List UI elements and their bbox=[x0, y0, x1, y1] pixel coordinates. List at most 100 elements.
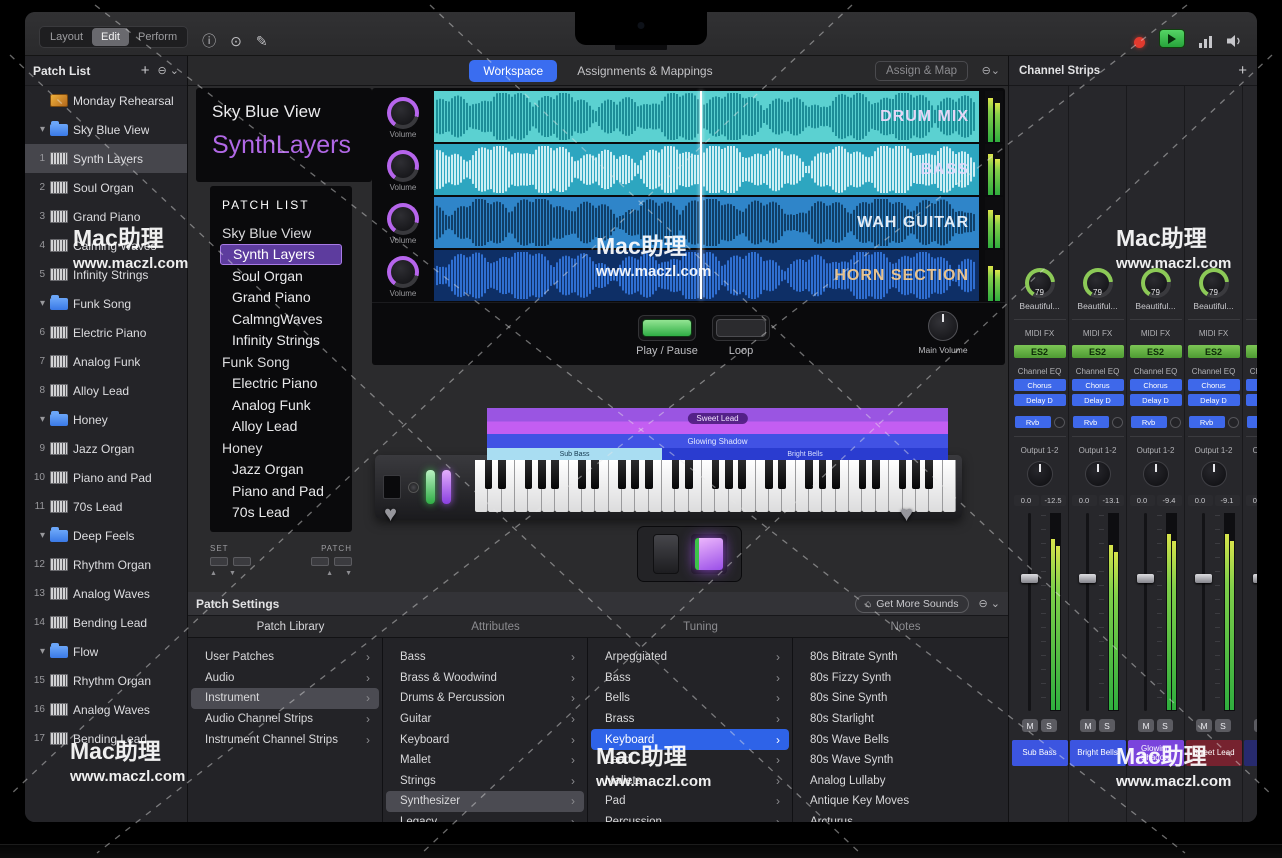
library-item[interactable]: Audio Channel Strips› bbox=[191, 709, 379, 730]
library-item[interactable]: 80s Sine Synth bbox=[796, 688, 1005, 709]
onscreen-patch-item[interactable]: Alloy Lead bbox=[220, 416, 342, 438]
fader-handle[interactable] bbox=[1137, 574, 1154, 583]
send-button[interactable]: Rvb bbox=[1015, 416, 1051, 428]
onscreen-patch-item[interactable]: Soul Organ bbox=[220, 265, 342, 287]
patch-select-button[interactable] bbox=[334, 557, 352, 566]
record-indicator[interactable] bbox=[1134, 37, 1145, 48]
insert-slot[interactable]: Chorus bbox=[1130, 379, 1182, 391]
patch-list-item[interactable]: 13Analog Waves bbox=[25, 579, 187, 608]
piano-key-black[interactable] bbox=[551, 460, 559, 489]
insert-slot[interactable]: Delay D bbox=[1130, 394, 1182, 406]
instrument-slot[interactable]: ES2 bbox=[1246, 345, 1258, 358]
library-item[interactable]: 80s Wave Bells bbox=[796, 729, 1005, 750]
volume-knob[interactable] bbox=[387, 97, 419, 129]
send-knob[interactable] bbox=[1228, 417, 1239, 428]
library-item[interactable]: Arcturus bbox=[796, 812, 1005, 822]
library-item[interactable]: Instrument› bbox=[191, 688, 379, 709]
piano-key-black[interactable] bbox=[591, 460, 599, 489]
send-knob[interactable] bbox=[1170, 417, 1181, 428]
loop-button[interactable] bbox=[716, 319, 766, 337]
piano-key-black[interactable] bbox=[819, 460, 827, 489]
piano-key-black[interactable] bbox=[765, 460, 773, 489]
library-tab[interactable]: Tuning bbox=[598, 616, 803, 637]
playhead[interactable] bbox=[700, 91, 702, 299]
library-item[interactable]: Brass & Woodwind› bbox=[386, 668, 584, 689]
layer-middle[interactable]: Glowing Shadow bbox=[487, 434, 948, 448]
instrument-slot[interactable]: ES2 bbox=[1014, 345, 1066, 358]
strip-name[interactable]: Sub Bass bbox=[1012, 740, 1068, 766]
patch-list-item[interactable]: 15Rhythm Organ bbox=[25, 666, 187, 695]
output-slot[interactable]: Output 1-2 bbox=[1195, 446, 1233, 455]
send-button[interactable]: Rvb bbox=[1189, 416, 1225, 428]
insert-slot[interactable]: Delay D bbox=[1188, 394, 1240, 406]
strip-setting-button[interactable]: Beautiful... bbox=[1193, 301, 1233, 311]
mute-button[interactable]: M bbox=[1022, 719, 1038, 732]
mute-button[interactable]: M bbox=[1196, 719, 1212, 732]
piano-key-black[interactable] bbox=[618, 460, 626, 489]
patch-up-button[interactable]: ▲ bbox=[326, 570, 333, 577]
patch-list-item[interactable]: 1Synth Layers bbox=[25, 144, 187, 173]
track-lane[interactable]: WAH GUITAR bbox=[434, 197, 979, 248]
fader-handle[interactable] bbox=[1195, 574, 1212, 583]
output-slot[interactable]: Output 1-2 bbox=[1079, 446, 1117, 455]
send-knob[interactable] bbox=[1112, 417, 1123, 428]
insert-slot[interactable]: Chorus bbox=[1188, 379, 1240, 391]
onscreen-patch-item[interactable]: Analog Funk bbox=[220, 394, 342, 416]
set-select-button[interactable] bbox=[210, 557, 228, 566]
patch-list-item[interactable]: 7Analog Funk bbox=[25, 347, 187, 376]
patch-settings-action-menu[interactable]: ⊖ ⌄ bbox=[979, 597, 1001, 610]
piano-key-black[interactable] bbox=[778, 460, 786, 489]
send-button[interactable]: Rvb bbox=[1131, 416, 1167, 428]
patch-down-button[interactable]: ▼ bbox=[345, 570, 352, 577]
patch-list-item[interactable]: 16Analog Waves bbox=[25, 695, 187, 724]
mode-perform[interactable]: Perform bbox=[129, 28, 186, 46]
library-item[interactable]: Keyboard› bbox=[386, 729, 584, 750]
patch-select-button[interactable] bbox=[311, 557, 329, 566]
strip-setting-button[interactable]: Beautiful... bbox=[1077, 301, 1117, 311]
volume-knob[interactable] bbox=[387, 256, 419, 288]
piano-key-black[interactable] bbox=[645, 460, 653, 489]
strip-knob[interactable]: 79 bbox=[1199, 268, 1229, 298]
patch-list-item[interactable]: 10Piano and Pad bbox=[25, 463, 187, 492]
mute-button[interactable]: M bbox=[1254, 719, 1257, 732]
piano-key-black[interactable] bbox=[485, 460, 493, 489]
library-tab[interactable]: Patch Library bbox=[188, 616, 393, 637]
onscreen-patch-item[interactable]: CalmngWaves bbox=[220, 308, 342, 330]
keyboard-knob[interactable] bbox=[408, 482, 419, 493]
library-item[interactable]: Bass› bbox=[591, 668, 789, 689]
pan-knob[interactable] bbox=[1201, 461, 1227, 487]
library-item[interactable]: 80s Wave Synth bbox=[796, 750, 1005, 771]
add-patch-button[interactable]: + bbox=[141, 62, 150, 79]
send-button[interactable]: Rvb bbox=[1073, 416, 1109, 428]
play-pause-button[interactable] bbox=[642, 319, 692, 337]
activity-button[interactable]: ⊙ bbox=[230, 34, 242, 48]
insert-slot[interactable]: Chorus bbox=[1246, 379, 1258, 391]
library-item[interactable]: Antique Key Moves bbox=[796, 791, 1005, 812]
mod-wheel[interactable] bbox=[442, 470, 451, 504]
patch-list-item[interactable]: 1170s Lead bbox=[25, 492, 187, 521]
library-item[interactable]: User Patches› bbox=[191, 647, 379, 668]
instrument-slot[interactable]: ES2 bbox=[1130, 345, 1182, 358]
tab-assignments-mappings[interactable]: Assignments & Mappings bbox=[563, 60, 726, 82]
piano-key-black[interactable] bbox=[872, 460, 880, 489]
library-item[interactable]: Strings› bbox=[386, 771, 584, 792]
strip-setting-button[interactable]: Beautiful... bbox=[1135, 301, 1175, 311]
piano-keys[interactable] bbox=[475, 460, 956, 512]
eq-slot[interactable]: Channel EQ bbox=[1076, 367, 1120, 376]
piano-key-black[interactable] bbox=[738, 460, 746, 489]
set-list-item[interactable]: ▾Sky Blue View bbox=[25, 115, 187, 144]
strip-knob[interactable]: 79 bbox=[1083, 268, 1113, 298]
onscreen-patch-item[interactable]: Electric Piano bbox=[220, 373, 342, 395]
pencil-icon[interactable]: ✎ bbox=[256, 34, 268, 48]
send-button[interactable]: Rvb bbox=[1247, 416, 1258, 428]
midi-fx-slot[interactable]: MIDI FX bbox=[1025, 329, 1054, 338]
instrument-slot[interactable]: ES2 bbox=[1072, 345, 1124, 358]
strip-knob[interactable]: 79 bbox=[1141, 268, 1171, 298]
expression-pedal[interactable] bbox=[691, 534, 727, 574]
onscreen-patch-item[interactable]: Infinity Strings bbox=[220, 330, 342, 352]
output-slot[interactable]: Output 1-2 bbox=[1021, 446, 1059, 455]
pan-knob[interactable] bbox=[1027, 461, 1053, 487]
strip-setting-button[interactable]: Beautiful... bbox=[1019, 301, 1059, 311]
piano-key-black[interactable] bbox=[925, 460, 933, 489]
pan-knob[interactable] bbox=[1085, 461, 1111, 487]
